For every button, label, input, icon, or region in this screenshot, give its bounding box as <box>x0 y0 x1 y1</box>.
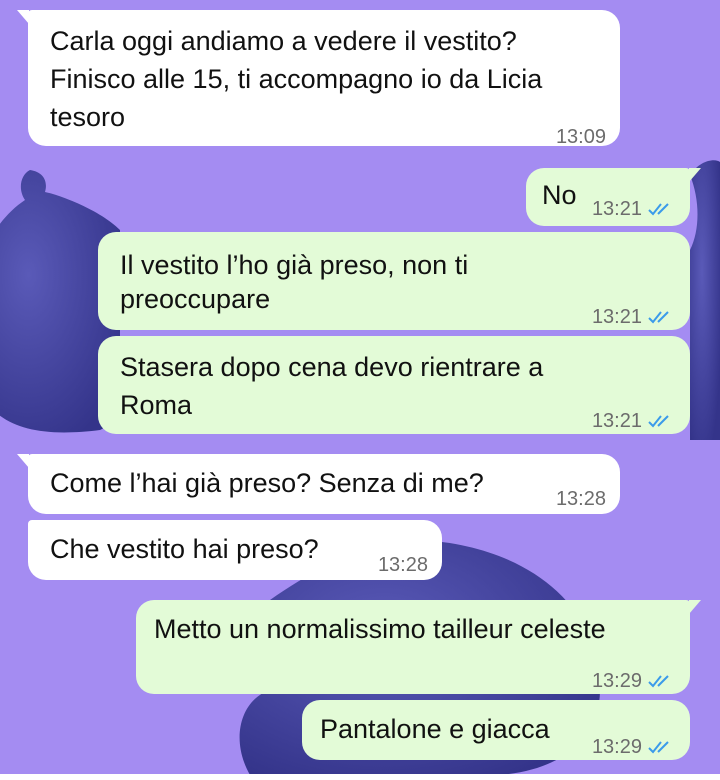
message-time: 13:21 <box>591 306 642 328</box>
double-check-icon <box>648 415 669 428</box>
bubble-tail <box>17 10 29 24</box>
message-time: 13:09 <box>555 126 606 148</box>
outgoing-message[interactable]: Il vestito l’ho già preso, non ti preocc… <box>98 232 690 330</box>
bubble-tail <box>17 454 29 468</box>
bubble-tail <box>689 600 701 614</box>
bottom-edge-bar <box>0 774 720 780</box>
message-meta: 13:29 <box>592 662 676 700</box>
message-text-line: Stasera dopo cena devo rientrare a <box>120 352 544 382</box>
message-meta: 13:21 <box>592 190 676 228</box>
message-text-line: Roma <box>120 390 193 420</box>
incoming-message[interactable]: Carla oggi andiamo a vedere il vestito? … <box>17 10 620 148</box>
message-text-line: Pantalone e giacca <box>320 714 550 744</box>
chat-thread: Carla oggi andiamo a vedere il vestito? … <box>0 0 720 780</box>
message-time: 13:28 <box>377 554 428 576</box>
message-time: 13:28 <box>555 488 606 510</box>
message-time: 13:29 <box>591 670 642 692</box>
message-text-line: Che vestito hai preso? <box>50 534 319 564</box>
outgoing-message[interactable]: Stasera dopo cena devo rientrare a Roma … <box>98 336 690 434</box>
message-time: 13:29 <box>591 736 642 758</box>
message-text-line: Carla oggi andiamo a vedere il vestito? <box>50 26 517 56</box>
outgoing-message[interactable]: Metto un normalissimo tailleur celeste 1… <box>136 600 701 694</box>
message-meta: 13:21 <box>592 298 676 336</box>
message-meta: 13:28 <box>556 480 606 518</box>
message-meta: 13:28 <box>378 546 428 584</box>
message-meta: 13:21 <box>592 402 676 440</box>
message-meta: 13:09 <box>556 118 606 156</box>
double-check-icon <box>648 675 669 688</box>
message-text-line: preoccupare <box>120 284 271 314</box>
message-time: 13:21 <box>591 198 642 220</box>
double-check-icon <box>648 203 669 216</box>
incoming-message[interactable]: Come l’hai già preso? Senza di me? 13:28 <box>17 454 620 514</box>
message-text-line: No <box>542 180 577 210</box>
message-text-line: Finisco alle 15, ti accompagno io da Lic… <box>50 64 543 94</box>
message-time: 13:21 <box>591 410 642 432</box>
incoming-message[interactable]: Che vestito hai preso? 13:28 <box>28 520 442 580</box>
outgoing-message[interactable]: Pantalone e giacca 13:29 <box>302 700 690 760</box>
message-text-line: Metto un normalissimo tailleur celeste <box>154 614 606 644</box>
message-meta: 13:29 <box>592 728 676 766</box>
message-text-line: tesoro <box>50 102 126 132</box>
double-check-icon <box>648 741 669 754</box>
outgoing-message[interactable]: No 13:21 <box>526 168 701 228</box>
message-text-line: Come l’hai già preso? Senza di me? <box>50 468 484 498</box>
double-check-icon <box>648 311 669 324</box>
message-text-line: Il vestito l’ho già preso, non ti <box>120 250 469 280</box>
bubble-tail <box>689 168 701 182</box>
